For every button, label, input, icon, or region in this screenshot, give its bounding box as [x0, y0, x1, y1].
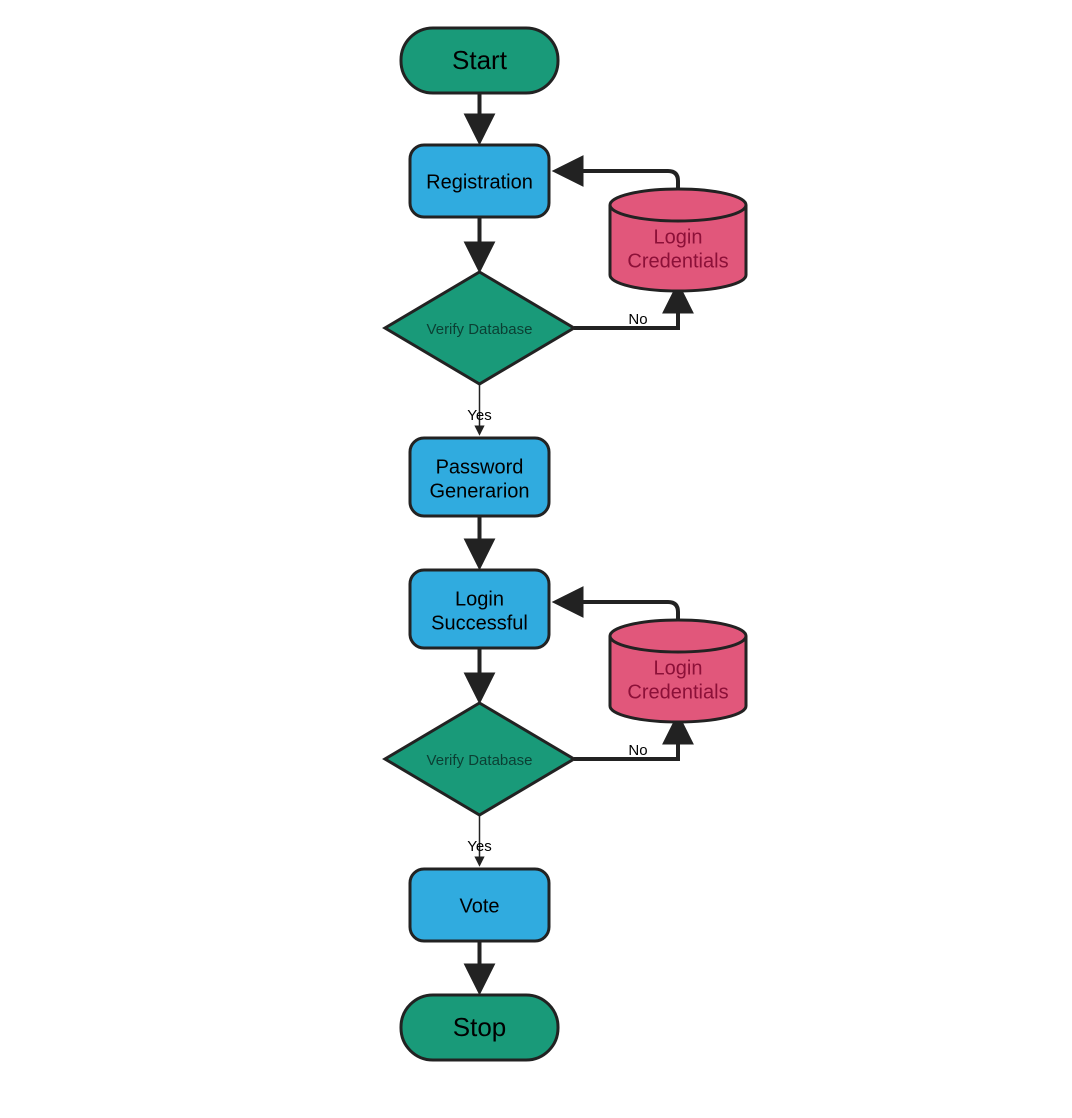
no1-label: No [628, 311, 647, 328]
stop-label: Stop [453, 1012, 507, 1042]
flowchart: Start Registration Verify Database No Lo… [0, 0, 1072, 1118]
login-label-line1: Login [455, 588, 504, 610]
login-label-line2: Successful [431, 612, 528, 634]
verify2-label: Verify Database [427, 752, 533, 769]
edge-verify2-no [574, 718, 678, 759]
db2-label-line2: Credentials [627, 681, 728, 703]
db1-label-line1: Login [654, 226, 703, 248]
passwordgen-label-line1: Password [436, 456, 524, 478]
start-label: Start [452, 45, 508, 75]
no2-label: No [628, 742, 647, 759]
yes1-label: Yes [467, 407, 491, 424]
verify1-label: Verify Database [427, 321, 533, 338]
yes2-label: Yes [467, 838, 491, 855]
edge-verify1-no [574, 287, 678, 328]
db1-label-line2: Credentials [627, 250, 728, 272]
registration-label: Registration [426, 171, 533, 193]
passwordgen-label-line2: Generarion [429, 480, 529, 502]
edge-db1-registration [557, 171, 678, 189]
edge-db2-login [557, 602, 678, 620]
db2-label-line1: Login [654, 657, 703, 679]
vote-label: Vote [459, 895, 499, 917]
